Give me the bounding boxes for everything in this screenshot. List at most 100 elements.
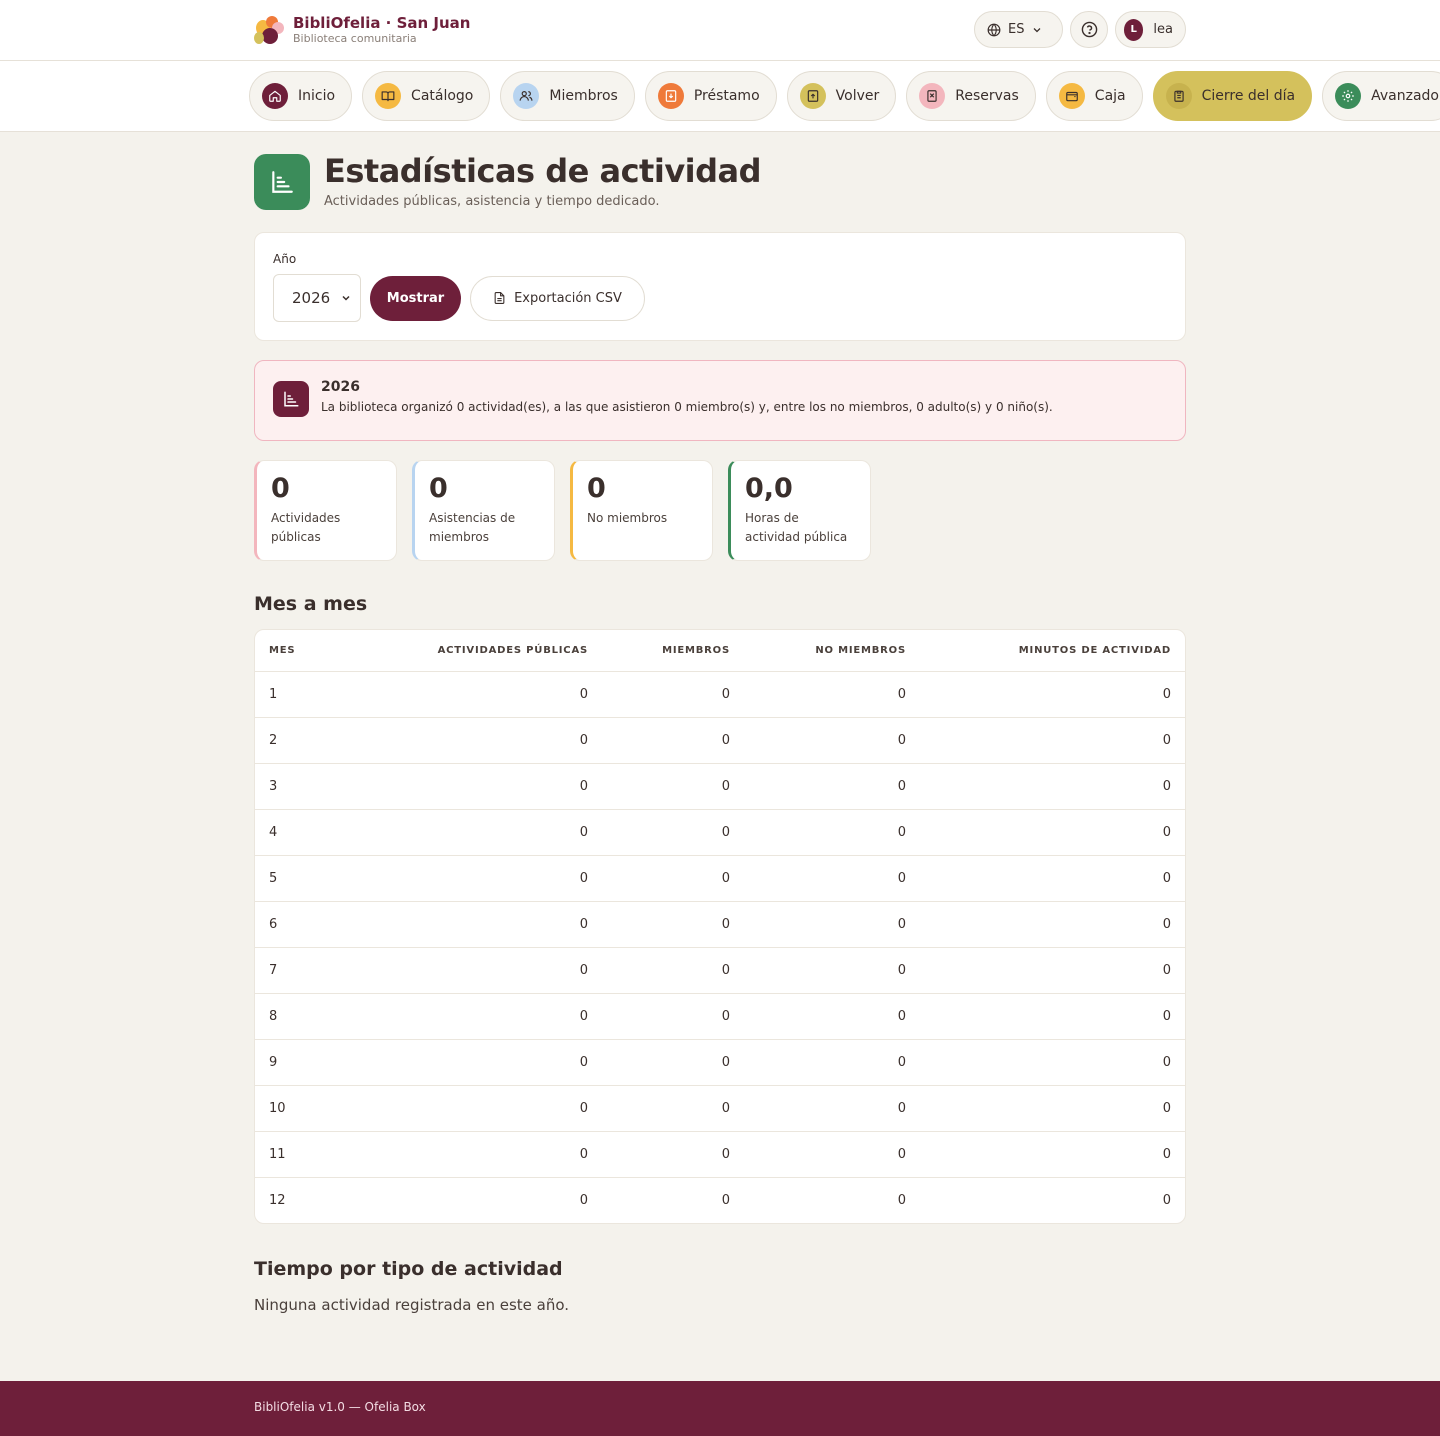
by-type-empty: Ninguna actividad registrada en este año…: [254, 1296, 570, 1314]
nav-item-5[interactable]: Reservas: [906, 71, 1036, 121]
chevron-down-icon: [342, 295, 350, 301]
brand-subtitle: Biblioteca comunitaria: [293, 32, 417, 45]
show-button[interactable]: Mostrar: [370, 275, 461, 321]
stat-label: Horas de actividad pública: [745, 511, 848, 544]
table-cell: 0: [362, 1131, 602, 1178]
table-cell: 0: [602, 763, 744, 810]
table-cell: 0: [602, 717, 744, 764]
table-cell: 0: [920, 1039, 1185, 1086]
nav-item-label: Inicio: [298, 88, 336, 104]
nav-item-label: Reservas: [955, 88, 1019, 104]
users-icon: [513, 83, 540, 109]
stat-card-3: 0,0 Horas de actividad pública: [728, 460, 871, 561]
year-label: Año: [273, 252, 297, 266]
table-row: 30000: [255, 763, 1185, 810]
table-cell: 0: [920, 809, 1185, 856]
table-cell: 0: [744, 947, 920, 994]
page-header: Estadísticas de actividad Actividades pú…: [254, 154, 1186, 210]
table-cell: 0: [744, 901, 920, 948]
column-header[interactable]: Mes: [255, 630, 362, 672]
table-cell: 0: [920, 671, 1185, 718]
table-row: 20000: [255, 717, 1185, 764]
nav-item-8[interactable]: Avanzado: [1322, 71, 1440, 121]
page-subtitle: Actividades públicas, asistencia y tiemp…: [324, 194, 660, 209]
monthly-table: Mes Actividades públicas Miembros No miembr…: [255, 630, 1185, 1223]
table-cell: 0: [362, 763, 602, 810]
brand[interactable]: BibliOfelia · San Juan Biblioteca comuni…: [254, 14, 470, 46]
table-cell: 0: [362, 809, 602, 856]
brand-title: BibliOfelia · San Juan: [293, 14, 471, 32]
nav-item-2[interactable]: Miembros: [500, 71, 635, 121]
table-cell: 0: [920, 1131, 1185, 1178]
nav-item-1[interactable]: Catálogo: [362, 71, 491, 121]
table-cell: 0: [920, 901, 1185, 948]
language-label: ES: [1008, 22, 1025, 37]
nav-item-label: Avanzado: [1371, 88, 1439, 104]
table-cell: 0: [744, 671, 920, 718]
year-select-value: 2026: [292, 289, 331, 307]
monthly-table-card: Mes Actividades públicas Miembros No miembr…: [254, 629, 1186, 1224]
table-cell: 0: [744, 809, 920, 856]
csv-export-label: Exportación CSV: [514, 290, 622, 306]
user-name: lea: [1153, 22, 1173, 37]
nav-item-6[interactable]: Caja: [1045, 71, 1143, 121]
column-header[interactable]: Miembros: [602, 630, 744, 672]
stat-cards: 0 Actividades públicas 0 Asistencias de mie…: [254, 460, 1186, 561]
table-cell: 0: [744, 1039, 920, 1086]
nav-item-label: Miembros: [549, 88, 618, 104]
table-cell: 0: [721, 1192, 730, 1208]
stat-label: No miembros: [587, 511, 668, 525]
stat-card-2: 0 No miembros: [570, 460, 713, 561]
stat-value: 0,0: [745, 473, 793, 504]
table-cell: 0: [362, 855, 602, 902]
table-cell: 0: [362, 947, 602, 994]
year-select[interactable]: 2026: [273, 274, 361, 322]
table-cell: 0: [602, 1131, 744, 1178]
table-cell: 0: [362, 671, 602, 718]
table-cell: 12: [269, 1192, 286, 1208]
table-cell: 0: [602, 1085, 744, 1132]
table-cell: 0: [579, 1192, 588, 1208]
stat-card-0: 0 Actividades públicas: [254, 460, 397, 561]
table-cell: 0: [602, 671, 744, 718]
summary-text: La biblioteca organizó 0 actividad(es), …: [321, 400, 1053, 414]
book-icon: [375, 83, 402, 109]
avatar: L: [1124, 18, 1144, 41]
nav-item-4[interactable]: Volver: [786, 71, 897, 121]
table-cell: 0: [602, 809, 744, 856]
table-cell: 11: [255, 1131, 362, 1178]
table-cell: 0: [362, 1039, 602, 1086]
table-cell: 0: [920, 1085, 1185, 1132]
chart-icon: [273, 381, 309, 417]
nav-item-0[interactable]: Inicio: [249, 71, 353, 121]
csv-export-button[interactable]: Exportación CSV: [470, 275, 645, 321]
table-cell: 0: [920, 717, 1185, 764]
nav-item-3[interactable]: Préstamo: [644, 71, 777, 121]
nav-item-7[interactable]: Cierre del día: [1152, 71, 1313, 121]
globe-icon: [987, 23, 1001, 36]
table-cell: 2: [255, 717, 362, 764]
top-bar: BibliOfelia · San Juan Biblioteca comuni…: [0, 0, 1440, 61]
brand-logo-icon: [254, 14, 284, 46]
help-button[interactable]: [1070, 11, 1108, 48]
summary-banner: 2026 La biblioteca organizó 0 actividad(…: [254, 360, 1186, 441]
table-cell: 0: [362, 717, 602, 764]
main-content: Estadísticas de actividad Actividades pú…: [254, 154, 1186, 1314]
table-cell: 0: [362, 993, 602, 1040]
column-header[interactable]: Minutos de actividad: [920, 630, 1185, 672]
table-row: 90000: [255, 1039, 1185, 1086]
column-header[interactable]: No miembros: [744, 630, 920, 672]
table-cell: 0: [362, 901, 602, 948]
chart-icon: [254, 154, 310, 210]
table-cell: 0: [897, 1192, 906, 1208]
wallet-icon: [1058, 83, 1085, 109]
home-icon: [262, 83, 288, 109]
table-cell: 5: [255, 855, 362, 902]
language-selector[interactable]: ES: [974, 11, 1063, 48]
table-cell: 4: [255, 809, 362, 856]
user-menu[interactable]: L lea: [1115, 11, 1186, 48]
column-header[interactable]: Actividades públicas: [362, 630, 602, 672]
nav-item-label: Cierre del día: [1201, 88, 1296, 104]
table-cell: 0: [602, 947, 744, 994]
stat-value: 0: [271, 473, 290, 504]
